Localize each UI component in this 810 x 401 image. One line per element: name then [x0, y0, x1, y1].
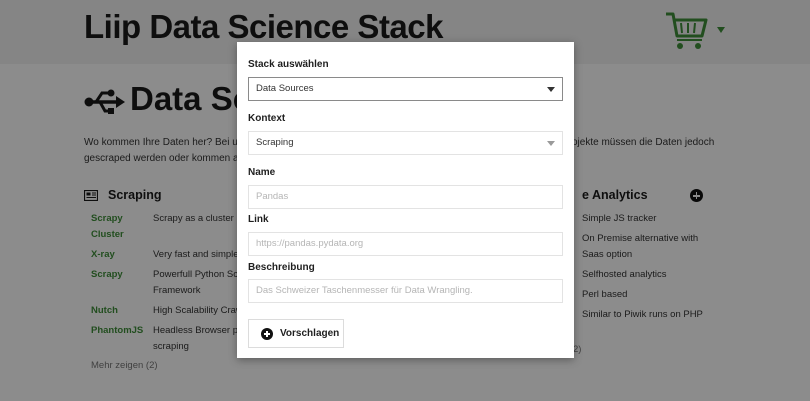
link-placeholder: https://pandas.pydata.org — [256, 238, 364, 249]
name-input[interactable]: Pandas — [248, 185, 563, 209]
link-input[interactable]: https://pandas.pydata.org — [248, 232, 563, 256]
context-select[interactable]: Scraping — [248, 131, 563, 155]
description-placeholder: Das Schweizer Taschenmesser für Data Wra… — [256, 285, 473, 296]
name-label: Name — [248, 167, 276, 178]
description-label: Beschreibung — [248, 262, 315, 273]
caret-down-icon — [547, 87, 555, 92]
stack-label: Stack auswählen — [248, 59, 329, 70]
suggest-tool-modal: Stack auswählen Data Sources Kontext Scr… — [237, 42, 574, 358]
propose-button[interactable]: Vorschlagen — [248, 319, 344, 348]
description-input[interactable]: Das Schweizer Taschenmesser für Data Wra… — [248, 279, 563, 303]
name-placeholder: Pandas — [256, 191, 289, 202]
stack-select-value: Data Sources — [256, 83, 314, 94]
context-select-value: Scraping — [256, 137, 294, 148]
caret-down-icon — [547, 141, 555, 146]
link-label: Link — [248, 214, 269, 225]
context-label: Kontext — [248, 113, 286, 124]
plus-circle-icon — [261, 328, 273, 340]
propose-button-label: Vorschlagen — [280, 328, 340, 339]
stack-select[interactable]: Data Sources — [248, 77, 563, 101]
